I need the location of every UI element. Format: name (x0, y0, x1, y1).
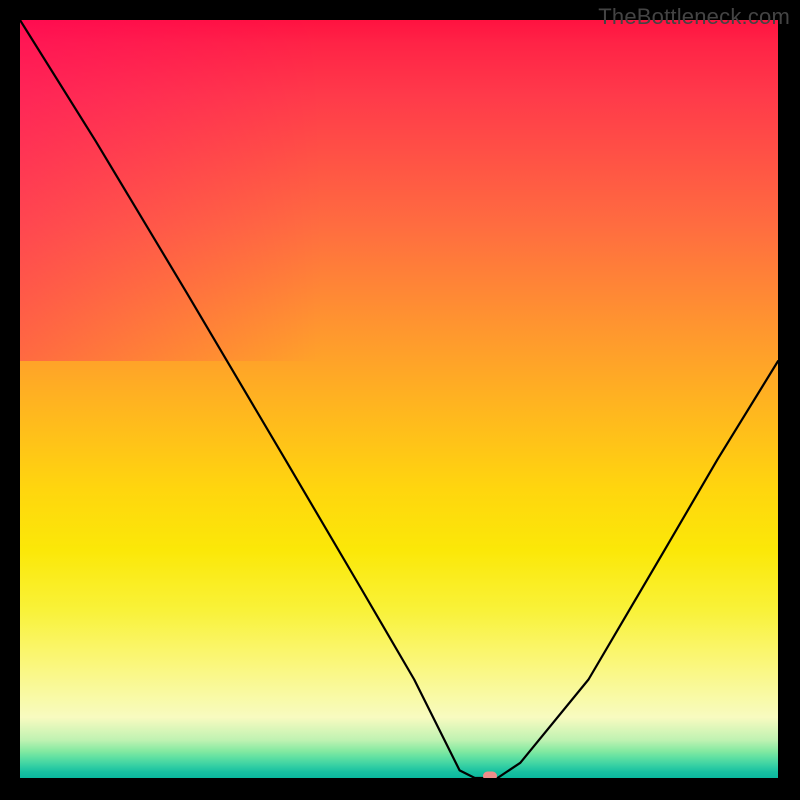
chart-frame: TheBottleneck.com (0, 0, 800, 800)
bottleneck-curve (20, 20, 778, 778)
plot-area (20, 20, 778, 778)
watermark-text: TheBottleneck.com (598, 4, 790, 30)
optimal-point-marker (483, 772, 497, 779)
